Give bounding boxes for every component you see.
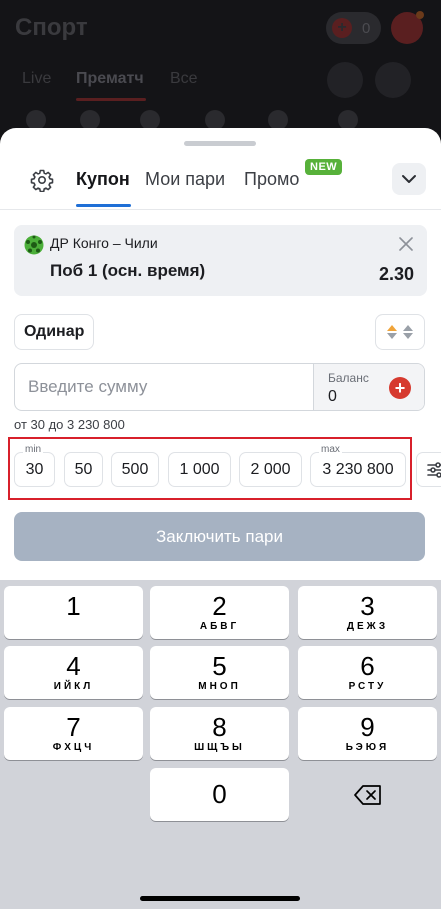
bg-tab-underline [76,98,146,101]
coupon-sheet: Купон Мои пари Промо NEW ДР Конго – Чили… [0,128,441,580]
active-tab-indicator [76,204,131,207]
amount-input[interactable] [15,364,313,410]
chip-value: 500 [121,460,149,478]
quick-amount-chip[interactable]: 500 [111,452,159,487]
sport-icon [338,110,358,130]
key-0[interactable]: 0 [150,768,289,821]
chip-value: 1 000 [179,460,220,478]
avatar [391,11,424,44]
chip-value: 30 [25,460,44,478]
key-7[interactable]: 7 ФХЦЧ [4,707,143,760]
sport-icon [140,110,160,130]
balance-panel: Баланс 0 + [313,364,424,410]
star-icon [375,62,411,98]
quick-amount-chip[interactable]: 50 [64,452,103,487]
match-name: ДР Конго – Чили [50,235,158,251]
quick-amount-chip[interactable]: 1 000 [168,452,231,487]
tab-coupon[interactable]: Купон [76,169,130,190]
home-indicator [140,896,300,901]
key-6[interactable]: 6 РСТУ [298,646,437,699]
football-icon [24,235,44,255]
key-5[interactable]: 5 МНОП [150,646,289,699]
add-funds-button[interactable]: + [389,377,411,399]
clock-icon [327,62,363,98]
odds-arrows-icon [387,325,397,339]
chevron-down-icon [402,175,416,183]
key-4[interactable]: 4 ИЙКЛ [4,646,143,699]
chip-caption: min [23,444,44,456]
bg-tab-live: Live [22,70,52,87]
bet-outcome: Поб 1 (осн. время) [50,261,206,280]
place-bet-button[interactable]: Заключить пари [14,512,425,561]
bg-tab-all: Все [170,70,198,87]
key-1[interactable]: 1 [4,586,143,639]
key-3[interactable]: 3 ДЕЖЗ [298,586,437,639]
backspace-key[interactable] [298,768,437,821]
sport-icon [268,110,288,130]
key-2[interactable]: 2 АБВГ [150,586,289,639]
background-app: Спорт + 0 Live Прематч Все [0,0,441,140]
quick-amount-min[interactable]: min 30 [14,444,55,487]
numeric-keyboard: 1 2 АБВГ 3 ДЕЖЗ 4 ИЙКЛ 5 МНОП 6 РСТУ 7 ФХЦЧ 8Ш… [0,580,441,909]
quick-amount-chip[interactable]: 2 000 [239,452,302,487]
sliders-icon [427,461,441,478]
plus-icon: + [332,18,352,38]
backspace-icon [353,784,381,805]
quick-amount-max[interactable]: max 3 230 800 [310,444,406,487]
balance-value: 0 [328,388,337,405]
bg-tab-prematch: Прематч [76,70,144,87]
wallet-count: 0 [362,19,371,37]
sport-icon [80,110,100,130]
chip-caption: max [319,444,342,456]
divider [0,209,441,210]
sport-icon [205,110,225,130]
amount-range: от 30 до 3 230 800 [14,417,125,432]
bet-odds: 2.30 [378,264,414,284]
chip-value: 3 230 800 [322,460,394,478]
sport-icon [26,110,46,130]
bet-type-selector[interactable]: Одинар [14,314,95,350]
amount-field: Баланс 0 + [14,363,425,411]
app-title: Спорт [15,14,88,41]
chip-value: 2 000 [250,460,291,478]
sheet-grabber[interactable] [184,141,256,146]
gear-icon[interactable] [29,167,55,193]
bet-card: ДР Конго – Чили Поб 1 (осн. время) 2.30 [14,225,427,296]
new-badge: NEW [305,159,343,175]
collapse-button[interactable] [392,163,426,195]
tab-promo[interactable]: Промо [244,169,299,190]
balance-label: Баланс [328,371,369,385]
chip-value: 50 [74,460,93,478]
tab-my-bets[interactable]: Мои пари [145,169,225,190]
close-icon[interactable] [396,234,416,254]
key-9[interactable]: 9 ЬЭЮЯ [298,707,437,760]
wallet-pill: + 0 [326,12,381,44]
odds-change-button[interactable] [375,314,425,350]
key-8[interactable]: 8 ШЩЪЫ [150,707,289,760]
edit-amounts-button[interactable] [416,452,441,487]
